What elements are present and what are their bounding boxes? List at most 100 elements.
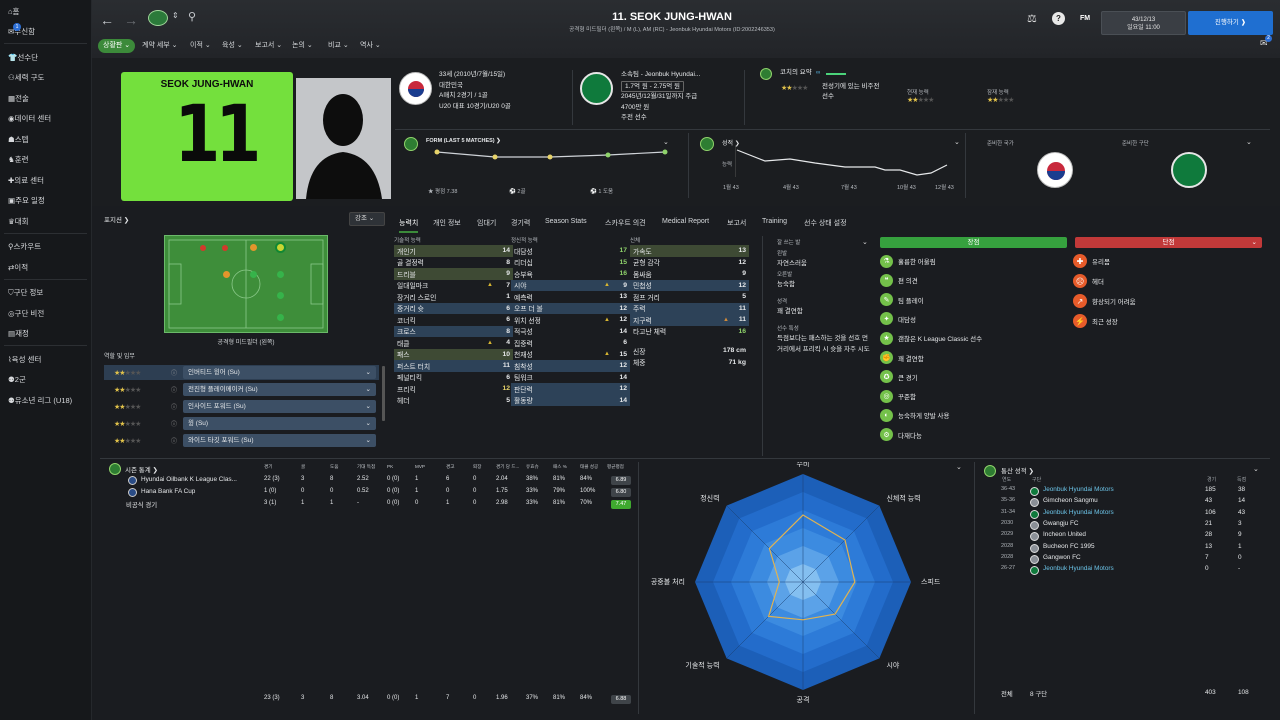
fav-club-badge[interactable] (1171, 152, 1207, 188)
weakness-item[interactable]: ↗ 향상되기 어려움 (1073, 291, 1136, 311)
weakness-item[interactable]: ☹ 헤더 (1073, 271, 1104, 291)
attribute-row[interactable]: 페널티킥 6 (394, 372, 513, 384)
strength-item[interactable]: ⚗ 훌륭한 어울림 (880, 252, 936, 270)
attribute-row[interactable]: 리더십 15 (511, 257, 630, 269)
tab-1[interactable]: 개인 정보 (433, 218, 461, 228)
attribute-row[interactable]: 태클 ▲ 4 (394, 337, 513, 349)
history-row[interactable]: 36-43 Jeonbuk Hyundai Motors 185 38 (985, 486, 1260, 498)
history-club[interactable]: Jeonbuk Hyundai Motors (1043, 486, 1114, 493)
menu-1[interactable]: 계약 세부 ⌄ (142, 39, 178, 53)
sidebar-item[interactable]: ♛ 대회 (0, 211, 91, 232)
season-col-header[interactable]: 기대 득점 (357, 464, 375, 470)
chevron-down-icon[interactable]: ⌄ (956, 463, 962, 471)
strength-item[interactable]: ❝ 편 의견 (880, 271, 918, 289)
history-title[interactable]: 통산 성적 ❯ (1001, 465, 1034, 475)
attribute-row[interactable]: 천재성 ▲ 15 (511, 349, 630, 361)
tab-5[interactable]: 스카우트 의견 (605, 218, 646, 228)
menu-4[interactable]: 보고서 ⌄ (255, 39, 282, 53)
attribute-row[interactable]: 드리블 9 (394, 268, 513, 280)
menu-2[interactable]: 이적 ⌄ (190, 39, 211, 53)
attribute-row[interactable]: 균형 감각 12 (630, 257, 749, 269)
date-box[interactable]: 43/12/13 일요일 11:00 (1101, 11, 1186, 35)
sidebar-item[interactable]: ▤ 재정 (0, 324, 91, 345)
sidebar-item[interactable]: ⚉ 유소년 리그 (U18) (0, 390, 91, 411)
season-col-header[interactable]: 경고 (446, 464, 454, 470)
attribute-row[interactable]: 적극성 14 (511, 326, 630, 338)
tab-4[interactable]: Season Stats (545, 218, 587, 225)
attribute-row[interactable]: 대담성 17 (511, 245, 630, 257)
attribute-row[interactable]: 시야 ▲ 9 (511, 279, 630, 291)
tab-3[interactable]: 경기력 (511, 218, 530, 228)
attribute-row[interactable]: 패스 10 (394, 348, 513, 360)
strength-item[interactable]: ✪ 큰 경기 (880, 368, 918, 386)
role-select[interactable]: 인사이드 포워드 (Su) ⌄ (183, 400, 376, 413)
tab-6[interactable]: Medical Report (662, 218, 709, 225)
club-badge-icon[interactable] (148, 10, 168, 26)
weakness-item[interactable]: ✚ 유리몸 (1073, 251, 1110, 271)
sidebar-item[interactable]: ⛉ 구단 정보 (0, 283, 91, 304)
menu-6[interactable]: 비교 ⌄ (328, 39, 349, 53)
history-row[interactable]: 2029 Incheon United 28 9 (985, 531, 1260, 543)
search-icon[interactable]: ⚲ (188, 10, 196, 23)
attribute-row[interactable]: 헤더 5 (394, 395, 513, 407)
strength-item[interactable]: ★ 괜찮은 K League Classic 선수 (880, 329, 982, 347)
attribute-row[interactable]: 퍼스트 터치 11 (394, 360, 513, 372)
attribute-row[interactable]: 개인기 14 (394, 245, 513, 257)
attribute-row[interactable]: 지구력 ▲ 11 (630, 314, 749, 326)
info-icon[interactable]: ⓘ (171, 385, 177, 394)
chevron-down-icon[interactable]: ⌄ (1246, 138, 1252, 146)
history-row[interactable]: 35-36 Gimcheon Sangmu 43 14 (985, 497, 1260, 509)
role-select[interactable]: 윙 (Su) ⌄ (183, 417, 376, 430)
history-club[interactable]: Jeonbuk Hyundai Motors (1043, 565, 1114, 572)
season-col-header[interactable]: MVP (415, 464, 425, 469)
sidebar-item[interactable]: ⇄ 이적 (0, 257, 91, 278)
sidebar-item[interactable]: ♞ 훈련 (0, 150, 91, 171)
attribute-row[interactable]: 가속도 13 (630, 245, 749, 257)
roles-scrollbar[interactable] (382, 366, 385, 421)
history-club[interactable]: Jeonbuk Hyundai Motors (1043, 509, 1114, 516)
menu-3[interactable]: 육성 ⌄ (222, 39, 243, 53)
positions-label[interactable]: 포지션 ❯ (104, 214, 129, 224)
menu-0[interactable]: 상황판 ⌄ (98, 39, 136, 53)
attribute-row[interactable]: 골 결정력 8 (394, 257, 513, 269)
attribute-row[interactable]: 타고난 체력 16 (630, 326, 749, 338)
competition-name[interactable]: 비공식 경기 (126, 500, 157, 509)
role-row[interactable]: ★★★★★ ⓘ 윙 (Su) ⌄ (104, 416, 379, 431)
history-row[interactable]: 2030 Gwangju FC 21 3 (985, 520, 1260, 532)
help-icon[interactable]: ? (1052, 12, 1065, 25)
attribute-row[interactable]: 몸싸움 9 (630, 268, 749, 280)
info-icon[interactable]: ⓘ (171, 419, 177, 428)
season-col-header[interactable]: 경기 (264, 464, 272, 470)
attribute-row[interactable]: 판단력 12 (511, 383, 630, 395)
history-row[interactable]: 31-34 Jeonbuk Hyundai Motors 106 43 (985, 509, 1260, 521)
attribute-row[interactable]: 오프 더 볼 12 (511, 302, 630, 314)
history-row[interactable]: 2028 Bucheon FC 1995 13 1 (985, 543, 1260, 555)
season-col-header[interactable]: 골 (301, 464, 305, 470)
competition-name[interactable]: Hana Bank FA Cup (141, 488, 195, 495)
weaknesses-header[interactable]: 단점 ⌄ (1075, 237, 1262, 248)
tab-2[interactable]: 임대기 (477, 218, 496, 228)
back-arrow-icon[interactable]: ← (100, 12, 114, 28)
attribute-row[interactable]: 침착성 12 (511, 360, 630, 372)
strength-item[interactable]: ✊ 꽤 결연함 (880, 349, 924, 367)
fav-nation-badge[interactable] (1037, 152, 1073, 188)
attribute-row[interactable]: 프리킥 12 (394, 383, 513, 395)
updown-icon[interactable]: ⇕ (172, 11, 179, 20)
chevron-down-icon[interactable]: ⌄ (862, 238, 868, 246)
menu-5[interactable]: 논의 ⌄ (292, 39, 313, 53)
strength-item[interactable]: ✎ 팀 플레이 (880, 291, 924, 309)
tab-9[interactable]: 선수 상태 설정 (804, 218, 847, 228)
tab-7[interactable]: 보고서 (727, 218, 746, 228)
sidebar-item[interactable]: ⚉ 2군 (0, 370, 91, 391)
link-icon[interactable]: ∞ (816, 70, 820, 76)
season-col-header[interactable]: 태클 성공 (580, 464, 598, 470)
emphasis-dropdown[interactable]: 강조 ⌄ (349, 212, 385, 226)
role-row[interactable]: ★★★★★ ⓘ 전진형 플레이메이커 (Su) ⌄ (104, 382, 379, 397)
attribute-row[interactable]: 중거리 슛 6 (394, 302, 513, 314)
season-col-header[interactable]: 경기 당 드... (496, 464, 519, 470)
attribute-row[interactable]: 집중력 6 (511, 337, 630, 349)
season-col-header[interactable]: 패스 % (553, 464, 567, 470)
attribute-row[interactable]: 민첩성 12 (630, 279, 749, 291)
sidebar-item[interactable]: ▣ 주요 일정 (0, 191, 91, 212)
nation-flag-badge[interactable] (399, 72, 432, 105)
